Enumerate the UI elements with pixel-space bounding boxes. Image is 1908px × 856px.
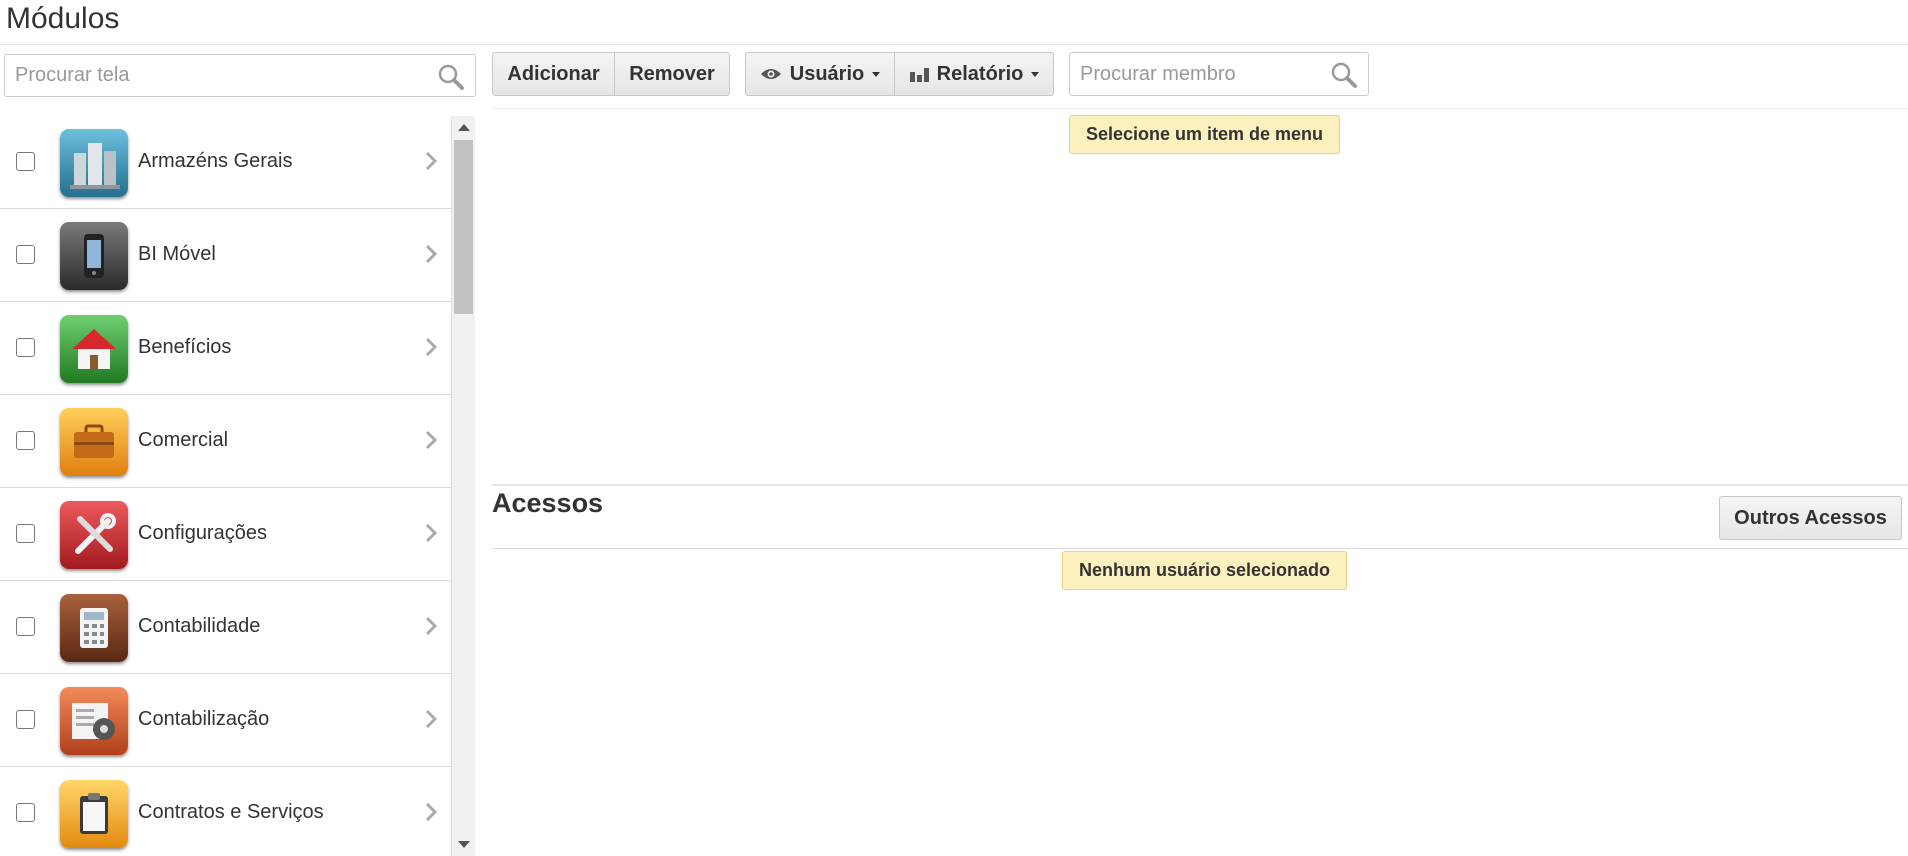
scrollbar-thumb[interactable] bbox=[454, 140, 473, 314]
calculator-icon bbox=[60, 594, 128, 662]
screen-search-input[interactable] bbox=[5, 55, 475, 96]
user-dropdown-label: Usuário bbox=[789, 62, 865, 85]
module-checkbox[interactable] bbox=[16, 524, 35, 543]
module-item-contratos-e-servicos[interactable]: Contratos e Serviços bbox=[0, 767, 451, 856]
report-dropdown-label: Relatório bbox=[936, 62, 1024, 85]
chevron-right-icon bbox=[425, 709, 438, 729]
other-access-button[interactable]: Outros Acessos bbox=[1719, 496, 1902, 540]
module-item-beneficios[interactable]: Benefícios bbox=[0, 302, 451, 395]
module-item-armazens-gerais[interactable]: Armazéns Gerais bbox=[0, 116, 451, 209]
divider bbox=[492, 548, 1908, 549]
module-item-contabilizacao[interactable]: Contabilização bbox=[0, 674, 451, 767]
house-icon bbox=[60, 315, 128, 383]
add-button-label: Adicionar bbox=[507, 62, 600, 85]
module-checkbox[interactable] bbox=[16, 245, 35, 264]
divider bbox=[0, 44, 1908, 45]
module-checkbox[interactable] bbox=[16, 338, 35, 357]
chevron-right-icon bbox=[425, 523, 438, 543]
page-title: Módulos bbox=[6, 2, 120, 35]
no-user-selected-alert: Nenhum usuário selecionado bbox=[1062, 551, 1347, 590]
warehouse-icon bbox=[60, 129, 128, 197]
module-label: Benefícios bbox=[138, 336, 232, 358]
module-item-comercial[interactable]: Comercial bbox=[0, 395, 451, 488]
divider bbox=[492, 484, 1908, 486]
gear-icon bbox=[60, 687, 128, 755]
module-label: Armazéns Gerais bbox=[138, 150, 293, 172]
remove-button[interactable]: Remover bbox=[614, 52, 730, 96]
module-label: BI Móvel bbox=[138, 243, 216, 265]
module-checkbox[interactable] bbox=[16, 431, 35, 450]
module-item-bi-movel[interactable]: BI Móvel bbox=[0, 209, 451, 302]
module-label: Contratos e Serviços bbox=[138, 801, 324, 823]
eye-icon bbox=[760, 67, 782, 81]
other-access-label: Outros Acessos bbox=[1734, 506, 1887, 529]
access-section-title: Acessos bbox=[492, 488, 604, 518]
search-icon[interactable] bbox=[1330, 61, 1358, 89]
module-label: Contabilização bbox=[138, 708, 270, 730]
member-search-field[interactable] bbox=[1069, 52, 1369, 96]
module-item-contabilidade[interactable]: Contabilidade bbox=[0, 581, 451, 674]
scroll-up-arrow-icon[interactable] bbox=[458, 124, 470, 131]
clipboard-icon bbox=[60, 780, 128, 848]
briefcase-icon bbox=[60, 408, 128, 476]
chevron-right-icon bbox=[425, 430, 438, 450]
mobile-phone-icon bbox=[60, 222, 128, 290]
scroll-down-arrow-icon[interactable] bbox=[458, 841, 470, 848]
chevron-right-icon bbox=[425, 244, 438, 264]
module-label: Comercial bbox=[138, 429, 229, 451]
module-checkbox[interactable] bbox=[16, 617, 35, 636]
chevron-right-icon bbox=[425, 616, 438, 636]
report-dropdown-button[interactable]: Relatório bbox=[894, 52, 1054, 96]
module-list: Armazéns Gerais BI Móvel Benefícios Come… bbox=[0, 116, 452, 856]
divider bbox=[492, 108, 1908, 109]
module-label: Configurações bbox=[138, 522, 267, 544]
module-checkbox[interactable] bbox=[16, 710, 35, 729]
add-button[interactable]: Adicionar bbox=[492, 52, 615, 96]
select-menu-item-alert: Selecione um item de menu bbox=[1069, 115, 1340, 154]
caret-down-icon bbox=[872, 71, 881, 77]
chevron-right-icon bbox=[425, 151, 438, 171]
search-icon[interactable] bbox=[437, 63, 465, 91]
module-label: Contabilidade bbox=[138, 615, 261, 637]
screen-search-field[interactable] bbox=[4, 54, 476, 97]
bar-chart-icon bbox=[909, 66, 929, 82]
caret-down-icon bbox=[1031, 71, 1040, 77]
chevron-right-icon bbox=[425, 337, 438, 357]
module-checkbox[interactable] bbox=[16, 152, 35, 171]
tools-icon bbox=[60, 501, 128, 569]
chevron-right-icon bbox=[425, 802, 438, 822]
user-dropdown-button[interactable]: Usuário bbox=[745, 52, 895, 96]
module-item-configuracoes[interactable]: Configurações bbox=[0, 488, 451, 581]
remove-button-label: Remover bbox=[629, 62, 715, 85]
module-list-scrollbar[interactable] bbox=[452, 116, 475, 856]
member-search-input[interactable] bbox=[1070, 53, 1368, 95]
module-checkbox[interactable] bbox=[16, 803, 35, 822]
